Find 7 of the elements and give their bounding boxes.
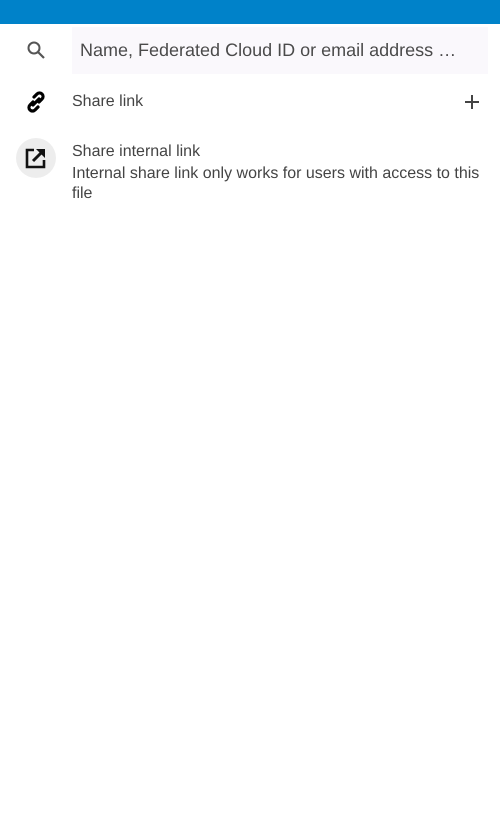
search-field[interactable]: Name, Federated Cloud ID or email address … xyxy=(72,26,488,74)
share-link-label: Share link xyxy=(72,92,144,112)
plus-icon xyxy=(464,94,480,110)
internal-link-title[interactable]: Share internal link xyxy=(72,140,500,164)
share-icon xyxy=(25,147,47,169)
search-icon xyxy=(26,40,46,60)
internal-link-description: Internal share link only works for users with access to this file xyxy=(72,164,480,204)
